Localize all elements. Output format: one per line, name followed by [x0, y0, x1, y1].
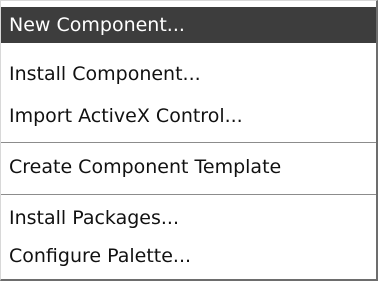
- menu-separator: [1, 194, 376, 196]
- menu-item-install-component[interactable]: Install Component...: [1, 56, 376, 92]
- menu-item-install-packages[interactable]: Install Packages...: [1, 200, 376, 236]
- menu-item-label: Configure Palette...: [9, 245, 192, 267]
- menu-item-label: Import ActiveX Control...: [9, 105, 243, 127]
- menu-item-create-component-template[interactable]: Create Component Template: [1, 149, 376, 185]
- menu-item-label: Create Component Template: [9, 156, 282, 178]
- menu-item-label: Install Component...: [9, 63, 201, 85]
- menu-item-label: New Component...: [9, 14, 185, 36]
- menu-separator: [1, 142, 376, 144]
- menu-item-label: Install Packages...: [9, 207, 180, 229]
- menu-item-import-activex-control[interactable]: Import ActiveX Control...: [1, 98, 376, 134]
- component-menu: New Component... Install Component... Im…: [0, 0, 378, 281]
- menu-item-configure-palette[interactable]: Configure Palette...: [1, 238, 376, 274]
- menu-item-new-component[interactable]: New Component...: [1, 7, 376, 43]
